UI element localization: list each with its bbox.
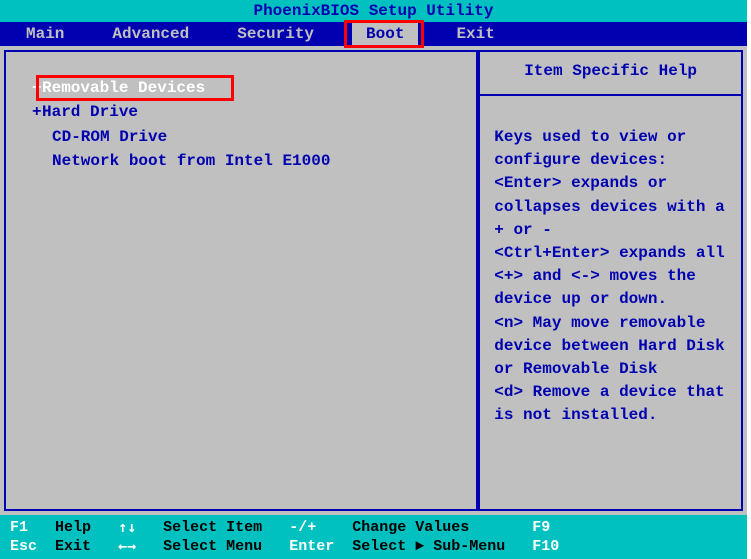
help-panel: Item Specific Help Keys used to view or … bbox=[478, 50, 743, 511]
key-esc: Esc bbox=[10, 537, 37, 557]
key-enter: Enter bbox=[289, 537, 334, 557]
help-body: Keys used to view or configure devices: … bbox=[480, 96, 741, 437]
boot-item-label: Hard Drive bbox=[42, 103, 138, 121]
label-change-values: Change Values bbox=[352, 518, 469, 538]
footer-row-1: F1 Help ↑↓ Select Item -/+ Change Values… bbox=[10, 518, 737, 538]
label-select-submenu: Select ► Sub-Menu bbox=[352, 537, 505, 557]
label-select-item: Select Item bbox=[163, 518, 262, 538]
content-area: +Removable Devices +Hard Drive CD-ROM Dr… bbox=[0, 46, 747, 515]
footer-bar: F1 Help ↑↓ Select Item -/+ Change Values… bbox=[0, 515, 747, 559]
app-title: PhoenixBIOS Setup Utility bbox=[253, 2, 493, 20]
title-bar: PhoenixBIOS Setup Utility bbox=[0, 0, 747, 22]
key-f9: F9 bbox=[532, 518, 550, 538]
boot-order-panel: +Removable Devices +Hard Drive CD-ROM Dr… bbox=[4, 50, 478, 511]
label-select-menu: Select Menu bbox=[163, 537, 262, 557]
boot-item-label: CD-ROM Drive bbox=[52, 128, 167, 146]
menu-advanced[interactable]: Advanced bbox=[102, 23, 199, 45]
boot-list: +Removable Devices +Hard Drive CD-ROM Dr… bbox=[38, 76, 468, 174]
boot-item-label: Network boot from Intel E1000 bbox=[52, 152, 330, 170]
label-exit: Exit bbox=[55, 537, 91, 557]
menu-main[interactable]: Main bbox=[16, 23, 74, 45]
menu-boot[interactable]: Boot bbox=[352, 23, 418, 45]
footer-row-2: Esc Exit ←→ Select Menu Enter Select ► S… bbox=[10, 537, 737, 557]
label-help: Help bbox=[55, 518, 91, 538]
boot-item-harddrive[interactable]: +Hard Drive bbox=[38, 100, 468, 124]
boot-item-cdrom[interactable]: CD-ROM Drive bbox=[38, 125, 468, 149]
expand-icon: + bbox=[32, 101, 42, 123]
menu-bar: Main Advanced Security Boot Exit bbox=[0, 22, 747, 46]
key-f10: F10 bbox=[532, 537, 559, 557]
key-plusminus: -/+ bbox=[289, 518, 316, 538]
bios-screen: PhoenixBIOS Setup Utility Main Advanced … bbox=[0, 0, 747, 559]
key-updown: ↑↓ bbox=[118, 518, 136, 538]
boot-item-label: Removable Devices bbox=[42, 79, 205, 97]
boot-item-removable[interactable]: +Removable Devices bbox=[38, 76, 468, 100]
boot-item-network[interactable]: Network boot from Intel E1000 bbox=[38, 149, 468, 173]
key-leftright: ←→ bbox=[118, 537, 136, 557]
key-f1: F1 bbox=[10, 518, 28, 538]
menu-exit[interactable]: Exit bbox=[446, 23, 504, 45]
help-title: Item Specific Help bbox=[480, 52, 741, 96]
menu-security[interactable]: Security bbox=[227, 23, 324, 45]
expand-icon: + bbox=[32, 77, 42, 99]
